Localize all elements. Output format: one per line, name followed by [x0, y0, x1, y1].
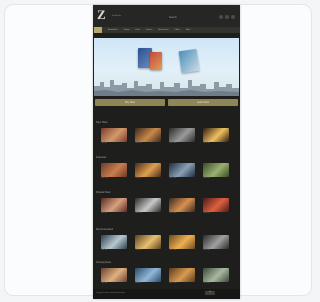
section-title: Featured: [96, 156, 107, 159]
city-skyline-image: [94, 80, 239, 96]
book-caption[interactable]: Title One: [101, 213, 129, 215]
book-caption[interactable]: Title One: [101, 250, 129, 252]
hero-button-buy-label: Buy Now: [125, 101, 135, 104]
logo-letter: Z: [97, 7, 106, 22]
menu-icon[interactable]: [231, 15, 235, 19]
book-caption[interactable]: Title Three: [169, 143, 197, 145]
book-caption[interactable]: Title One: [101, 178, 129, 180]
logo-subtitle: ZenBooks: [112, 15, 122, 17]
book-thumbnail[interactable]: [135, 235, 161, 249]
book-cover-left-back[interactable]: [150, 52, 162, 70]
section-title: New Titles: [96, 121, 108, 124]
back-to-top-label: Top: [208, 292, 212, 293]
book-caption[interactable]: Title Three: [169, 178, 197, 180]
book-thumbnail[interactable]: [203, 128, 229, 142]
hero-button-buy[interactable]: Buy Now: [95, 99, 165, 106]
website-preview: Z ZenBooks Search Bestsellers Fiction Ki…: [93, 5, 240, 299]
book-thumbnail[interactable]: [101, 128, 127, 142]
site-footer: Copyright notice and site information To…: [93, 289, 240, 299]
book-thumbnail[interactable]: [135, 198, 161, 212]
book-caption[interactable]: Title Three: [169, 250, 197, 252]
book-thumbnail[interactable]: [135, 163, 161, 177]
back-to-top-button[interactable]: Top: [205, 291, 215, 295]
book-caption[interactable]: Title One: [101, 143, 129, 145]
search-link[interactable]: Search: [169, 16, 177, 19]
nav-home-highlight[interactable]: [94, 27, 102, 33]
nav-item-5[interactable]: Non-Fiction: [158, 29, 168, 32]
book-caption[interactable]: Title Two: [135, 250, 163, 252]
nav-item-7[interactable]: More: [186, 29, 191, 32]
book-caption[interactable]: Title Four: [203, 250, 231, 252]
hero-button-learn[interactable]: Learn More: [168, 99, 238, 106]
book-thumbnail[interactable]: [101, 268, 127, 282]
main-nav: Bestsellers Fiction Kids Comics Non-Fict…: [93, 27, 240, 33]
nav-item-2[interactable]: Fiction: [124, 29, 130, 32]
book-caption[interactable]: Title Four: [203, 283, 231, 285]
section-title: Popular Now: [96, 191, 111, 194]
book-caption[interactable]: Title Two: [135, 143, 163, 145]
book-thumbnail[interactable]: [169, 128, 195, 142]
book-thumbnail[interactable]: [169, 268, 195, 282]
book-thumbnail[interactable]: [135, 128, 161, 142]
cart-icon[interactable]: [225, 15, 229, 19]
nav-item-3[interactable]: Kids: [136, 29, 140, 32]
book-thumbnail[interactable]: [169, 198, 195, 212]
nav-item-4[interactable]: Comics: [146, 29, 153, 32]
user-icon[interactable]: [219, 15, 223, 19]
book-thumbnail[interactable]: [101, 198, 127, 212]
book-caption[interactable]: Title Two: [135, 283, 163, 285]
book-thumbnail[interactable]: [101, 235, 127, 249]
book-caption[interactable]: Title Four: [203, 213, 231, 215]
book-caption[interactable]: Title One: [101, 283, 129, 285]
book-thumbnail[interactable]: [169, 163, 195, 177]
book-thumbnail[interactable]: [203, 163, 229, 177]
book-caption[interactable]: Title Two: [135, 213, 163, 215]
book-caption[interactable]: Title Four: [203, 143, 231, 145]
nav-item-1[interactable]: Bestsellers: [108, 29, 118, 32]
book-cover-right[interactable]: [178, 48, 200, 74]
book-thumbnail[interactable]: [169, 235, 195, 249]
hero-button-learn-label: Learn More: [196, 101, 210, 104]
hero-banner[interactable]: [94, 38, 239, 96]
site-header: Z ZenBooks Search: [93, 5, 240, 27]
footer-text: Copyright notice and site information: [96, 292, 126, 294]
section-title: Coming Soon: [96, 261, 112, 264]
book-thumbnail[interactable]: [203, 235, 229, 249]
book-thumbnail[interactable]: [101, 163, 127, 177]
nav-item-6[interactable]: Offers: [174, 29, 179, 32]
book-thumbnail[interactable]: [203, 268, 229, 282]
book-caption[interactable]: Title Three: [169, 283, 197, 285]
book-caption[interactable]: Title Three: [169, 213, 197, 215]
section-title: Recommended: [96, 228, 113, 231]
book-caption[interactable]: Title Four: [203, 178, 231, 180]
book-thumbnail[interactable]: [203, 198, 229, 212]
book-thumbnail[interactable]: [135, 268, 161, 282]
book-caption[interactable]: Title Two: [135, 178, 163, 180]
